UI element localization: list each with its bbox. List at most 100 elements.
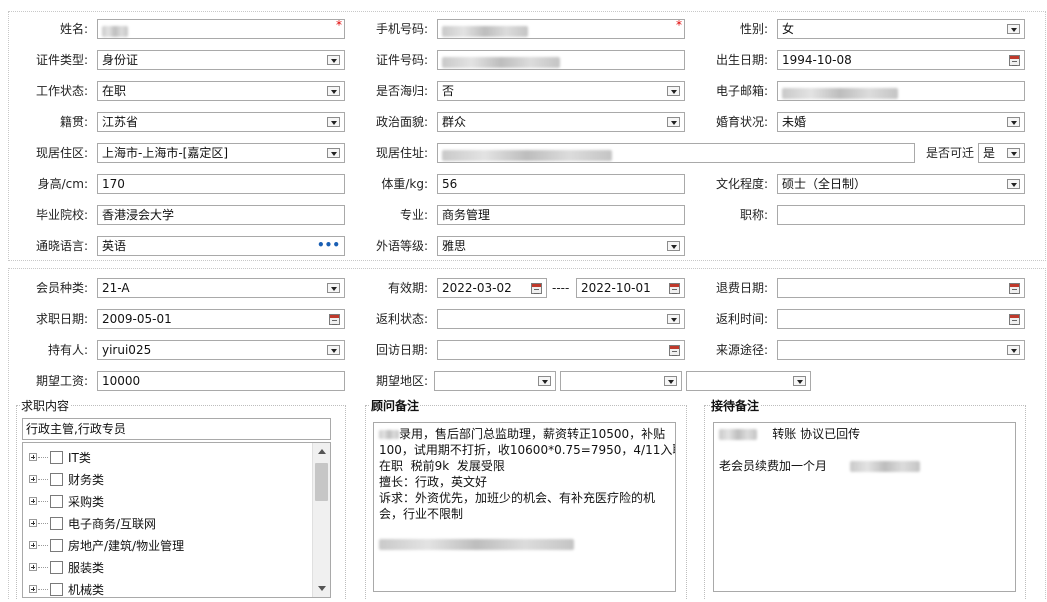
dropdown-arrow-icon[interactable]: [793, 376, 806, 386]
dropdown-arrow-icon[interactable]: [327, 55, 340, 65]
scroll-up-icon[interactable]: [318, 449, 326, 454]
job-category-tree[interactable]: IT类 财务类 采购类 电子商务/互联网 房地产/建筑/物业管理 服装类 机械类: [22, 442, 331, 598]
checkbox[interactable]: [50, 517, 63, 530]
dropdown-arrow-icon[interactable]: [327, 283, 340, 293]
reception-notes-textarea[interactable]: 转账 协议已回传 老会员续费加一个月: [713, 422, 1016, 592]
id-type-select[interactable]: 身份证: [97, 50, 345, 70]
checkbox[interactable]: [50, 583, 63, 596]
name-field[interactable]: *: [97, 19, 345, 39]
expected-salary-field[interactable]: 10000: [97, 371, 345, 391]
dropdown-arrow-icon[interactable]: [327, 345, 340, 355]
scroll-thumb[interactable]: [315, 463, 328, 501]
birth-date-field[interactable]: 1994-10-08: [777, 50, 1025, 70]
job-date-field[interactable]: 2009-05-01: [97, 309, 345, 329]
calendar-icon[interactable]: [669, 345, 680, 356]
expected-area-select-3[interactable]: [686, 371, 811, 391]
height-field[interactable]: 170: [97, 174, 345, 194]
valid-end-field[interactable]: 2022-10-01: [576, 278, 685, 298]
rebate-status-select[interactable]: [437, 309, 685, 329]
calendar-icon[interactable]: [1009, 55, 1020, 66]
expand-icon[interactable]: [29, 563, 37, 571]
weight-label: 体重/kg:: [381, 177, 428, 191]
rebate-status-label: 返利状态:: [375, 312, 428, 326]
political-select[interactable]: 群众: [437, 112, 685, 132]
expand-icon[interactable]: [29, 541, 37, 549]
dropdown-arrow-icon[interactable]: [327, 148, 340, 158]
calendar-icon[interactable]: [531, 283, 542, 294]
language-field[interactable]: 英语 •••: [97, 236, 345, 256]
redacted-text: [719, 429, 757, 440]
expected-area-select-2[interactable]: [560, 371, 682, 391]
required-asterisk: *: [336, 19, 342, 32]
calendar-icon[interactable]: [329, 314, 340, 325]
checkbox[interactable]: [50, 539, 63, 552]
expected-area-select-1[interactable]: [434, 371, 556, 391]
expand-icon[interactable]: [29, 519, 37, 527]
ellipsis-icon[interactable]: •••: [317, 237, 340, 253]
dropdown-arrow-icon[interactable]: [1007, 117, 1020, 127]
valid-period-label: 有效期:: [387, 281, 428, 295]
refund-date-field[interactable]: [777, 278, 1025, 298]
member-type-select[interactable]: 21-A: [97, 278, 345, 298]
redacted-text: [379, 539, 574, 550]
title-field[interactable]: [777, 205, 1025, 225]
tree-scrollbar[interactable]: [312, 443, 330, 597]
address-redacted: [442, 149, 612, 161]
expand-icon[interactable]: [29, 497, 37, 505]
dropdown-arrow-icon[interactable]: [327, 86, 340, 96]
scroll-down-icon[interactable]: [318, 586, 326, 591]
major-field[interactable]: 商务管理: [437, 205, 685, 225]
expand-icon[interactable]: [29, 475, 37, 483]
expand-icon[interactable]: [29, 585, 37, 593]
checkbox[interactable]: [50, 451, 63, 464]
dropdown-arrow-icon[interactable]: [667, 314, 680, 324]
checkbox[interactable]: [50, 495, 63, 508]
relocate-select[interactable]: 是: [978, 143, 1025, 163]
marital-select[interactable]: 未婚: [777, 112, 1025, 132]
dropdown-arrow-icon[interactable]: [667, 86, 680, 96]
dropdown-arrow-icon[interactable]: [664, 376, 677, 386]
checkbox[interactable]: [50, 473, 63, 486]
rebate-time-label: 返利时间:: [715, 312, 768, 326]
period-separator: ----: [552, 281, 570, 295]
id-number-redacted: [442, 56, 560, 68]
gender-select[interactable]: 女: [777, 19, 1025, 39]
language-level-select[interactable]: 雅思: [437, 236, 685, 256]
weight-field[interactable]: 56: [437, 174, 685, 194]
visit-date-field[interactable]: [437, 340, 685, 360]
address-field[interactable]: [437, 143, 915, 163]
rebate-time-field[interactable]: [777, 309, 1025, 329]
checkbox[interactable]: [50, 561, 63, 574]
dropdown-arrow-icon[interactable]: [327, 117, 340, 127]
valid-start-field[interactable]: 2022-03-02: [437, 278, 547, 298]
residence-area-select[interactable]: 上海市-上海市-[嘉定区]: [97, 143, 345, 163]
gender-label: 性别:: [739, 22, 768, 36]
email-redacted: [782, 87, 898, 99]
source-select[interactable]: [777, 340, 1025, 360]
expand-icon[interactable]: [29, 453, 37, 461]
dropdown-arrow-icon[interactable]: [1007, 148, 1020, 158]
dropdown-arrow-icon[interactable]: [1007, 24, 1020, 34]
dropdown-arrow-icon[interactable]: [667, 117, 680, 127]
returnee-label: 是否海归:: [375, 84, 428, 98]
dropdown-arrow-icon[interactable]: [1007, 345, 1020, 355]
email-field[interactable]: [777, 81, 1025, 101]
calendar-icon[interactable]: [1009, 314, 1020, 325]
native-place-select[interactable]: 江苏省: [97, 112, 345, 132]
calendar-icon[interactable]: [1009, 283, 1020, 294]
dropdown-arrow-icon[interactable]: [1007, 179, 1020, 189]
id-number-field[interactable]: [437, 50, 685, 70]
job-content-summary-field[interactable]: 行政主管,行政专员: [22, 418, 331, 440]
school-field[interactable]: 香港浸会大学: [97, 205, 345, 225]
education-select[interactable]: 硕士（全日制）: [777, 174, 1025, 194]
phone-value-redacted: [442, 25, 528, 37]
holder-select[interactable]: yirui025: [97, 340, 345, 360]
phone-field[interactable]: *: [437, 19, 685, 39]
dropdown-arrow-icon[interactable]: [667, 241, 680, 251]
work-status-select[interactable]: 在职: [97, 81, 345, 101]
calendar-icon[interactable]: [669, 283, 680, 294]
residence-area-label: 现居住区:: [35, 146, 88, 160]
advisor-notes-textarea[interactable]: 录用，售后部门总监助理，薪资转正10500，补贴 100，试用期不打折，收106…: [373, 422, 676, 592]
dropdown-arrow-icon[interactable]: [538, 376, 551, 386]
returnee-select[interactable]: 否: [437, 81, 685, 101]
